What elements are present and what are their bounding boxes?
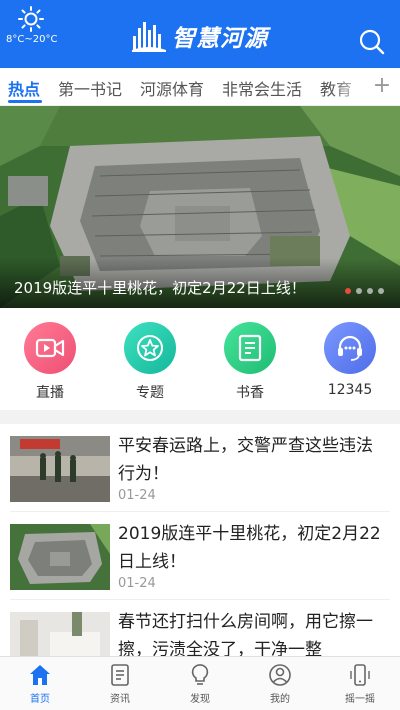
- hotline-label: 12345: [327, 382, 373, 398]
- carousel-dot[interactable]: [356, 288, 362, 294]
- news-title: 平安春运路上，交警严查这些违法行为！: [118, 436, 373, 484]
- app-logo: 智慧河源: [132, 16, 268, 56]
- featured-banner[interactable]: 2019版连平十里桃花，初定2月22日上线！: [0, 106, 400, 308]
- reading-label: 书香: [236, 385, 264, 401]
- top-header: 8°C~20°C 智慧河源: [0, 0, 400, 68]
- banner-caption-overlay: 2019版连平十里桃花，初定2月22日上线！: [0, 258, 400, 308]
- category-tabs: 热点 第一书记 河源体育 非常会生活 教育 +: [0, 68, 400, 106]
- quick-entry-bar: 直播 专题 书香 12345: [0, 308, 400, 410]
- weather-widget[interactable]: 8°C~20°C: [6, 6, 58, 45]
- topics-entry[interactable]: 专题: [110, 322, 190, 402]
- carousel-dot[interactable]: [345, 288, 351, 294]
- app-title: 智慧河源: [172, 25, 268, 52]
- nav-mine-label: 我的: [270, 694, 290, 705]
- live-label: 直播: [36, 385, 64, 401]
- active-tab-indicator: [8, 100, 42, 103]
- phone-shake-icon: [350, 664, 370, 686]
- carousel-dot[interactable]: [378, 288, 384, 294]
- nav-home[interactable]: 首页: [0, 663, 80, 705]
- nav-shake-label: 摇一摇: [345, 694, 375, 705]
- city-skyline-logo-icon: [132, 22, 166, 52]
- nav-mine[interactable]: 我的: [240, 663, 320, 705]
- news-title: 春节还打扫什么房间啊，用它擦一擦，污渍全没了，干净一整: [118, 612, 373, 656]
- news-date: 01-24: [118, 576, 156, 591]
- carousel-indicator: [345, 288, 384, 294]
- nav-news[interactable]: 资讯: [80, 663, 160, 705]
- book-icon: [224, 322, 276, 374]
- sun-icon: [18, 6, 44, 32]
- tab-first-secretary[interactable]: 第一书记: [58, 76, 122, 100]
- lightbulb-icon: [191, 664, 209, 685]
- news-date: 01-24: [118, 488, 156, 503]
- news-item[interactable]: 春节还打扫什么房间啊，用它擦一擦，污渍全没了，干净一整: [10, 600, 390, 656]
- video-camera-icon: [24, 322, 76, 374]
- add-channel-button[interactable]: +: [364, 68, 400, 105]
- search-button[interactable]: [358, 28, 386, 56]
- topics-label: 专题: [136, 385, 164, 401]
- news-item[interactable]: 2019版连平十里桃花，初定2月22日上线！ 01-24: [10, 512, 390, 600]
- home-icon: [30, 665, 50, 685]
- user-icon: [269, 664, 291, 686]
- news-thumbnail: [10, 524, 110, 590]
- news-icon: [111, 664, 129, 686]
- section-divider: [0, 410, 400, 424]
- news-title: 2019版连平十里桃花，初定2月22日上线！: [118, 524, 381, 572]
- nav-shake[interactable]: 摇一摇: [320, 663, 400, 705]
- nav-home-label: 首页: [30, 694, 50, 705]
- bottom-navigation: 首页 资讯 发现 我的 摇一摇: [0, 656, 400, 710]
- news-list: 平安春运路上，交警严查这些违法行为！ 01-24 2019版连平十里桃花，初定2…: [0, 424, 400, 656]
- news-thumbnail: [10, 436, 110, 502]
- reading-entry[interactable]: 书香: [210, 322, 290, 402]
- temperature-text: 8°C~20°C: [6, 34, 58, 45]
- news-item[interactable]: 平安春运路上，交警严查这些违法行为！ 01-24: [10, 424, 390, 512]
- live-entry[interactable]: 直播: [10, 322, 90, 402]
- carousel-dot[interactable]: [367, 288, 373, 294]
- tab-heyuan-sports[interactable]: 河源体育: [140, 76, 204, 100]
- nav-news-label: 资讯: [110, 694, 130, 705]
- tab-living[interactable]: 非常会生活: [222, 76, 302, 100]
- tab-hot[interactable]: 热点: [8, 76, 40, 100]
- nav-discover-label: 发现: [190, 694, 210, 705]
- hotline-12345-entry[interactable]: 12345: [310, 322, 390, 398]
- nav-discover[interactable]: 发现: [160, 663, 240, 705]
- news-thumbnail: [10, 612, 110, 656]
- banner-title: 2019版连平十里桃花，初定2月22日上线！: [14, 279, 306, 297]
- search-icon: [359, 29, 385, 55]
- headset-icon: [324, 322, 376, 374]
- star-icon: [124, 322, 176, 374]
